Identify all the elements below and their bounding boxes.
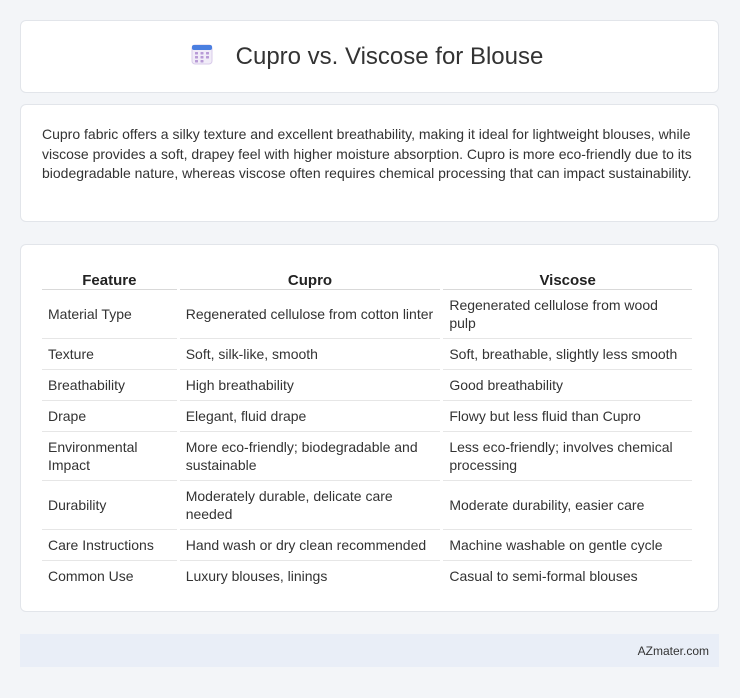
table-row: Durability Moderately durable, delicate … xyxy=(42,481,692,530)
feature-cell: Breathability xyxy=(42,370,177,401)
cupro-cell: Luxury blouses, linings xyxy=(185,568,328,584)
header-card: Cupro vs. Viscose for Blouse xyxy=(20,20,719,93)
viscose-cell: Moderate durability, easier care xyxy=(443,481,692,530)
viscose-cell: Flowy but less fluid than Cupro xyxy=(443,401,692,432)
summary-text: Cupro fabric offers a silky texture and … xyxy=(42,126,692,181)
cupro-cell: Regenerated cellulose from cotton linter xyxy=(179,290,441,339)
feature-cell: Texture xyxy=(42,339,177,370)
page-title: Cupro vs. Viscose for Blouse xyxy=(235,42,544,70)
viscose-cell: Less eco-friendly; involves chemical pro… xyxy=(443,432,692,481)
feature-cell: Material Type xyxy=(42,290,177,339)
viscose-cell: Casual to semi-formal blouses xyxy=(449,568,638,584)
viscose-cell: Good breathability xyxy=(443,370,692,401)
header-viscose: Viscose xyxy=(443,267,692,290)
calendar-icon xyxy=(190,42,214,71)
comparison-card: Feature Cupro Viscose Material Type Rege… xyxy=(20,244,719,612)
table-row: Drape Elegant, fluid drape Flowy but les… xyxy=(42,401,692,432)
table-row: Environmental Impact More eco-friendly; … xyxy=(42,432,692,481)
cupro-cell: Elegant, fluid drape xyxy=(179,401,441,432)
feature-cell: Durability xyxy=(42,481,177,530)
table-row: Material Type Regenerated cellulose from… xyxy=(42,290,692,339)
table-row: Care Instructions Hand wash or dry clean… xyxy=(42,530,692,561)
comparison-table: Feature Cupro Viscose Material Type Rege… xyxy=(39,267,695,591)
feature-cell: Drape xyxy=(42,401,177,432)
viscose-cell: Machine washable on gentle cycle xyxy=(443,530,692,561)
header-feature: Feature xyxy=(42,267,177,290)
summary-card: Cupro fabric offers a silky texture and … xyxy=(20,104,719,222)
footer: AZmater.com xyxy=(20,634,719,667)
footer-site-link[interactable]: AZmater.com xyxy=(638,644,709,658)
cupro-cell: More eco-friendly; biodegradable and sus… xyxy=(179,432,441,481)
feature-cell: Common Use xyxy=(48,568,134,584)
table-row: Common Use Luxury blouses, linings Casua… xyxy=(42,561,692,591)
viscose-cell: Soft, breathable, slightly less smooth xyxy=(443,339,692,370)
cupro-cell: High breathability xyxy=(179,370,441,401)
cupro-cell: Soft, silk-like, smooth xyxy=(179,339,441,370)
table-row: Texture Soft, silk-like, smooth Soft, br… xyxy=(42,339,692,370)
cupro-cell: Hand wash or dry clean recommended xyxy=(179,530,441,561)
feature-cell: Environmental Impact xyxy=(42,432,177,481)
viscose-cell: Regenerated cellulose from wood pulp xyxy=(443,290,692,339)
header-cupro: Cupro xyxy=(179,267,441,290)
table-row: Breathability High breathability Good br… xyxy=(42,370,692,401)
feature-cell: Care Instructions xyxy=(42,530,177,561)
cupro-cell: Moderately durable, delicate care needed xyxy=(179,481,441,530)
table-header-row: Feature Cupro Viscose xyxy=(42,267,692,290)
title-wrap: Cupro vs. Viscose for Blouse xyxy=(190,42,544,71)
